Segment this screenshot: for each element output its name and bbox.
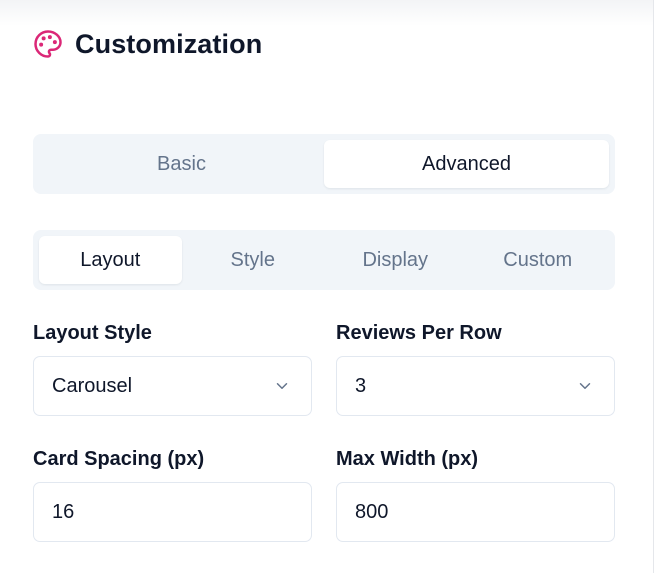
max-width-input[interactable]: 800	[336, 482, 615, 542]
layout-style-label: Layout Style	[33, 322, 152, 344]
tab-layout[interactable]: Layout	[39, 236, 182, 284]
layout-style-value: Carousel	[52, 374, 133, 397]
tab-display[interactable]: Display	[324, 236, 467, 284]
chevron-down-icon	[273, 377, 291, 395]
top-shade	[0, 0, 654, 26]
palette-icon	[33, 29, 63, 59]
section-tabs: Layout Style Display Custom	[33, 230, 615, 290]
tab-basic[interactable]: Basic	[39, 140, 324, 188]
page-title: Customization	[75, 28, 263, 59]
reviews-per-row-label: Reviews Per Row	[336, 322, 502, 344]
tab-style[interactable]: Style	[182, 236, 325, 284]
card-spacing-value: 16	[52, 500, 75, 523]
chevron-down-icon	[576, 377, 594, 395]
card-spacing-input[interactable]: 16	[33, 482, 312, 542]
max-width-label: Max Width (px)	[336, 448, 479, 470]
mode-tabs: Basic Advanced	[33, 134, 615, 194]
reviews-per-row-select[interactable]: 3	[336, 356, 615, 416]
reviews-per-row-value: 3	[355, 374, 367, 397]
max-width-value: 800	[355, 500, 389, 523]
layout-style-select[interactable]: Carousel	[33, 356, 312, 416]
card-spacing-label: Card Spacing (px)	[33, 448, 205, 470]
tab-custom[interactable]: Custom	[467, 236, 610, 284]
tab-advanced[interactable]: Advanced	[324, 140, 609, 188]
panel-header: Customization	[33, 24, 262, 64]
